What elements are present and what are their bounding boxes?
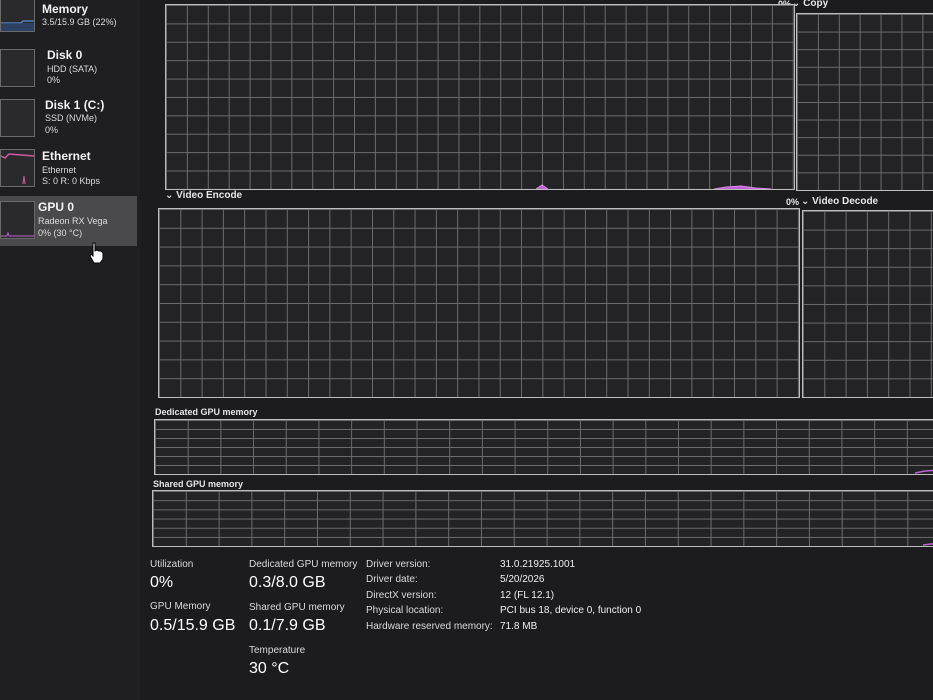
driver-date-label: Driver date: [366, 574, 418, 585]
temperature-value: 30 °C [249, 660, 290, 677]
copy-engine-secondary-graph [796, 13, 933, 191]
video-encode-graph [158, 208, 800, 398]
sidebar-item-disk-1[interactable]: Disk 1 (C:) SSD (NVMe) 0% [0, 94, 137, 144]
sidebar-item-gpu-0[interactable]: GPU 0 Radeon RX Vega 0% (30 °C) [0, 196, 137, 246]
copy-engine-label[interactable]: ⌄ Copy [792, 0, 828, 9]
gpu-memory-label: GPU Memory [150, 601, 211, 612]
sidebar-item-ethernet[interactable]: Ethernet Ethernet S: 0 R: 0 Kbps [0, 145, 137, 195]
dedicated-gpu-memory-label: Dedicated GPU memory [249, 559, 358, 570]
hardware-reserved-memory-label: Hardware reserved memory: [366, 621, 493, 632]
hardware-reserved-memory-value: 71.8 MB [500, 621, 538, 632]
shared-gpu-memory-graph [152, 490, 933, 547]
sidebar-item-title: Ethernet [42, 149, 91, 163]
sidebar-item-title: GPU 0 [38, 200, 75, 214]
driver-version-value: 31.0.21925.1001 [500, 559, 576, 570]
hand-cursor-icon [88, 242, 106, 264]
shared-gpu-memory-label: Shared GPU memory [249, 602, 345, 613]
sidebar-item-usage: 0% (30 °C) [38, 228, 83, 238]
sidebar-item-usage: 0% [47, 75, 61, 85]
video-encode-label[interactable]: ⌄ Video Encode [165, 190, 242, 201]
gpu-0-thumbnail [0, 201, 35, 239]
video-encode-label-text: Video Encode [176, 190, 243, 201]
sidebar-item-memory[interactable]: Memory 3.5/15.9 GB (22%) [0, 0, 137, 42]
utilization-value: 0% [150, 574, 174, 591]
copy-engine-graph [165, 4, 795, 190]
ethernet-thumbnail [0, 149, 35, 187]
disk-1-thumbnail [0, 99, 35, 137]
sidebar-item-usage: 0% [45, 125, 59, 135]
sidebar: Memory 3.5/15.9 GB (22%) Disk 0 HDD (SAT… [0, 0, 140, 700]
dedicated-gpu-memory-graph-label: Dedicated GPU memory [155, 407, 258, 417]
sidebar-item-subtitle: Ethernet [42, 165, 77, 175]
shared-gpu-memory-value: 0.1/7.9 GB [249, 617, 326, 634]
physical-location-label: Physical location: [366, 605, 444, 616]
sidebar-item-disk-0[interactable]: Disk 0 HDD (SATA) 0% [0, 44, 137, 94]
directx-version-label: DirectX version: [366, 590, 437, 601]
memory-thumbnail [0, 0, 35, 32]
sidebar-item-subtitle: 3.5/15.9 GB (22%) [42, 17, 117, 27]
video-decode-label-text: Video Decode [812, 196, 879, 207]
sidebar-item-subtitle: Radeon RX Vega [38, 216, 108, 226]
disk-0-thumbnail [0, 49, 35, 87]
sidebar-item-subtitle: SSD (NVMe) [45, 113, 98, 123]
directx-version-value: 12 (FL 12.1) [500, 590, 555, 601]
utilization-label: Utilization [150, 559, 194, 570]
video-decode-selector-value[interactable]: 0% [786, 197, 799, 207]
sidebar-item-subtitle: HDD (SATA) [47, 64, 98, 74]
dedicated-gpu-memory-graph [154, 419, 933, 475]
sidebar-item-title: Disk 0 [47, 48, 83, 62]
sidebar-item-network-rate: S: 0 R: 0 Kbps [42, 176, 101, 186]
copy-label-text: Copy [803, 0, 829, 9]
physical-location-value: PCI bus 18, device 0, function 0 [500, 605, 642, 616]
driver-date-value: 5/20/2026 [500, 574, 545, 585]
shared-gpu-memory-graph-label: Shared GPU memory [153, 479, 244, 489]
temperature-label: Temperature [249, 645, 306, 656]
sidebar-item-title: Disk 1 (C:) [45, 98, 105, 112]
chevron-down-icon: ⌄ [165, 190, 174, 201]
video-decode-label[interactable]: ⌄ Video Decode [801, 196, 878, 207]
gpu-memory-value: 0.5/15.9 GB [150, 617, 236, 634]
video-decode-graph [802, 210, 933, 398]
driver-version-label: Driver version: [366, 559, 431, 570]
sidebar-item-title: Memory [42, 2, 89, 16]
dedicated-gpu-memory-value: 0.3/8.0 GB [249, 574, 326, 591]
chevron-down-icon: ⌄ [801, 196, 810, 207]
